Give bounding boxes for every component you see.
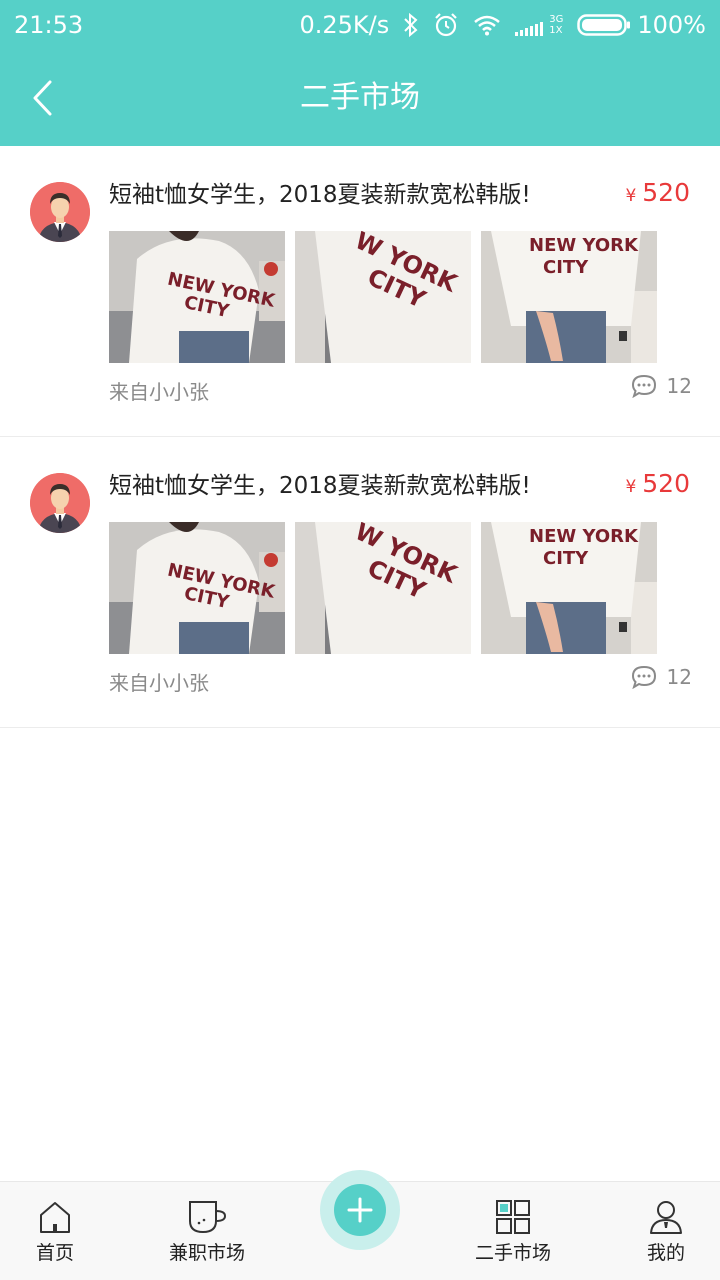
svg-text:CITY: CITY <box>543 257 589 278</box>
tab-label: 首页 <box>35 1242 74 1264</box>
post-item[interactable]: 短袖t恤女学生，2018夏装新款宽松韩版! ¥520 NEW YORK CITY <box>0 437 720 728</box>
post-author: 来自小小张 <box>109 380 209 404</box>
plus-icon <box>334 1184 386 1236</box>
status-bar: 21:53 0.25K/s 3G 1X 100% <box>0 0 720 50</box>
comment-count: 12 <box>666 665 692 689</box>
post-image[interactable]: W YORK CITY <box>295 231 471 363</box>
battery: 100% <box>577 11 706 39</box>
battery-icon <box>577 14 631 36</box>
currency-symbol: ¥ <box>625 477 637 497</box>
post-image[interactable]: NEW YORK CITY <box>481 231 657 363</box>
tab-secondhand-market[interactable]: 二手市场 <box>463 1182 563 1280</box>
avatar-image <box>30 182 90 242</box>
post-images: NEW YORK CITY W YORK CITY NEW YORK CITY <box>109 231 657 363</box>
network-subtype: 1X <box>549 25 563 36</box>
comment-icon <box>631 665 656 689</box>
status-icons: 0.25K/s 3G 1X 100% <box>299 11 706 39</box>
svg-text:NEW YORK: NEW YORK <box>529 526 639 547</box>
battery-level: 100% <box>637 11 706 39</box>
post-price: ¥520 <box>625 467 690 504</box>
tab-label: 兼职市场 <box>168 1242 245 1264</box>
avatar[interactable] <box>30 473 90 533</box>
comment-button[interactable]: 12 <box>631 374 692 398</box>
tab-home[interactable]: 首页 <box>14 1182 96 1280</box>
post-list: 短袖t恤女学生，2018夏装新款宽松韩版! ¥520 NEW YORK CITY <box>0 146 720 728</box>
post-price: ¥520 <box>625 176 690 213</box>
page-title: 二手市场 <box>300 80 420 115</box>
alarm-icon <box>433 12 459 38</box>
status-time: 21:53 <box>14 11 84 39</box>
comment-icon <box>631 374 656 398</box>
tab-label: 我的 <box>646 1242 685 1264</box>
tab-mine[interactable]: 我的 <box>626 1182 706 1280</box>
post-images: NEW YORK CITY W YORK CITY NEW YORK CITY <box>109 522 657 654</box>
comment-button[interactable]: 12 <box>631 665 692 689</box>
bluetooth-icon <box>403 13 419 37</box>
home-icon <box>38 1198 72 1236</box>
price-value: 520 <box>642 178 690 207</box>
post-title[interactable]: 短袖t恤女学生，2018夏装新款宽松韩版! <box>109 469 531 503</box>
network-type: 3G <box>549 14 564 25</box>
post-author: 来自小小张 <box>109 671 209 695</box>
nav-bar: 二手市场 <box>0 50 720 146</box>
user-icon <box>649 1198 683 1236</box>
signal-icon: 3G 1X <box>515 14 563 36</box>
avatar[interactable] <box>30 182 90 242</box>
post-image[interactable]: NEW YORK CITY <box>481 522 657 654</box>
svg-text:CITY: CITY <box>543 548 589 569</box>
tab-part-time-market[interactable]: 兼职市场 <box>157 1182 257 1280</box>
tab-bar: 首页 兼职市场 二手市场 我的 <box>0 1170 720 1280</box>
post-item[interactable]: 短袖t恤女学生，2018夏装新款宽松韩版! ¥520 NEW YORK CITY <box>0 146 720 437</box>
currency-symbol: ¥ <box>625 186 637 206</box>
post-image[interactable]: NEW YORK CITY <box>109 522 285 654</box>
price-value: 520 <box>642 469 690 498</box>
cup-icon <box>186 1198 228 1236</box>
post-title[interactable]: 短袖t恤女学生，2018夏装新款宽松韩版! <box>109 178 531 212</box>
post-image[interactable]: W YORK CITY <box>295 522 471 654</box>
svg-text:NEW YORK: NEW YORK <box>529 235 639 256</box>
comment-count: 12 <box>666 374 692 398</box>
grid-icon <box>495 1198 531 1236</box>
tab-label: 二手市场 <box>474 1242 551 1264</box>
avatar-image <box>30 473 90 533</box>
post-image[interactable]: NEW YORK CITY <box>109 231 285 363</box>
network-speed: 0.25K/s <box>299 11 390 39</box>
wifi-icon <box>473 14 501 36</box>
publish-button[interactable] <box>320 1170 400 1250</box>
